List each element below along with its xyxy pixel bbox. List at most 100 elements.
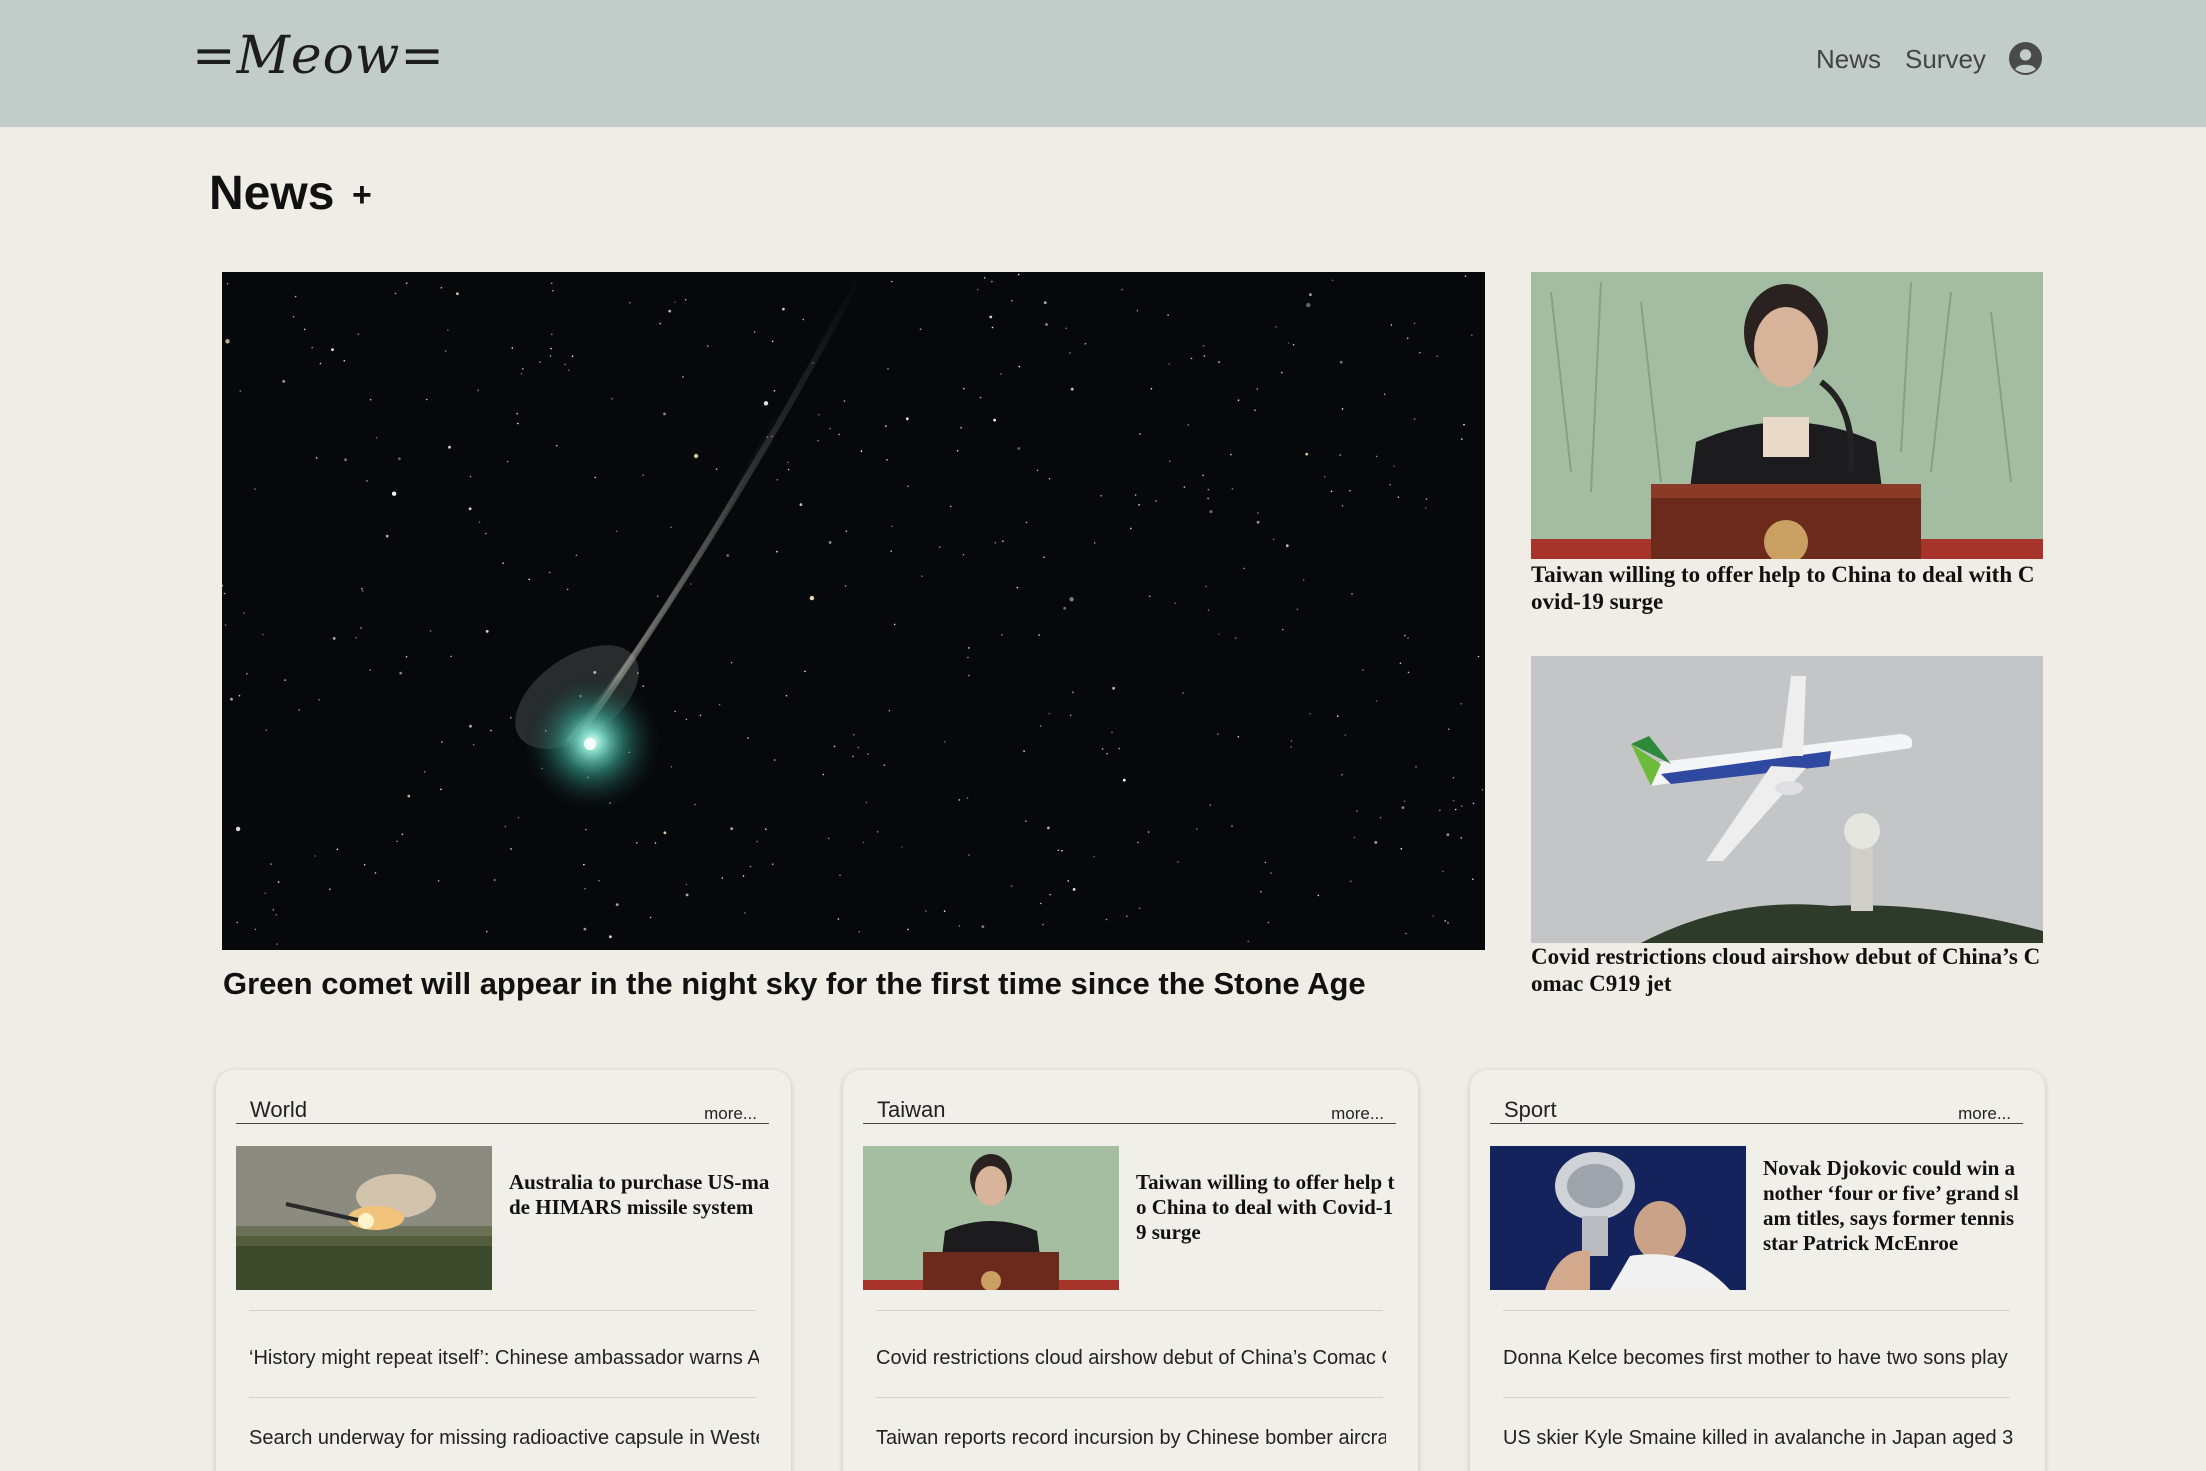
star	[407, 794, 411, 798]
star	[517, 816, 520, 819]
feature-headline[interactable]: Taiwan willing to offer help to China to…	[1136, 1170, 1398, 1245]
side-story-image-1[interactable]	[1531, 272, 2043, 559]
star	[1134, 494, 1137, 496]
feature-headline[interactable]: Novak Djokovic could win another ‘four o…	[1763, 1156, 2025, 1256]
star	[1356, 810, 1358, 812]
star	[857, 746, 860, 749]
feature-thumbnail[interactable]	[236, 1146, 492, 1290]
star	[1463, 423, 1465, 426]
side-story-title-2[interactable]: Covid restrictions cloud airshow debut o…	[1531, 943, 2043, 997]
star	[893, 623, 896, 626]
star	[355, 637, 357, 639]
category-label: Sport	[1504, 1097, 1557, 1122]
star	[776, 479, 779, 481]
star	[659, 322, 661, 325]
star	[1351, 593, 1353, 595]
star	[294, 295, 297, 298]
star	[265, 729, 267, 731]
star	[486, 930, 488, 933]
star	[817, 439, 819, 442]
list-item[interactable]: US skier Kyle Smaine killed in avalanche…	[1503, 1427, 2013, 1450]
star	[1442, 870, 1444, 873]
star	[726, 554, 730, 557]
star	[1425, 498, 1428, 500]
list-item[interactable]: Donna Kelce becomes first mother to have…	[1503, 1347, 2013, 1370]
hero-headline[interactable]: Green comet will appear in the night sky…	[223, 966, 1523, 1002]
star	[224, 624, 227, 626]
star	[1001, 634, 1003, 636]
star	[238, 694, 241, 697]
star	[1126, 915, 1128, 917]
list-item[interactable]: Search underway for missing radioactive …	[249, 1427, 759, 1450]
side-story-image-2[interactable]	[1531, 656, 2043, 943]
star	[1375, 455, 1378, 458]
feature-headline[interactable]: Australia to purchase US-made HIMARS mis…	[509, 1170, 771, 1220]
star	[1339, 360, 1343, 364]
site-logo[interactable]: =Meow=	[192, 26, 445, 86]
star	[818, 413, 820, 416]
star	[1011, 299, 1013, 302]
more-link[interactable]: more...	[1331, 1104, 1384, 1124]
star	[771, 340, 774, 343]
user-circle-icon[interactable]	[2009, 42, 2042, 75]
star	[394, 292, 397, 295]
star	[298, 709, 300, 711]
star	[958, 925, 961, 927]
list-item[interactable]: ‘History might repeat itself’: Chinese a…	[249, 1347, 759, 1370]
list-item[interactable]: Taiwan reports record incursion by Chine…	[876, 1427, 1386, 1450]
star	[852, 755, 854, 758]
star	[656, 595, 659, 597]
star	[235, 826, 241, 832]
star	[262, 633, 264, 636]
star	[1168, 460, 1171, 462]
star	[1393, 465, 1395, 467]
star	[1444, 920, 1446, 922]
divider	[876, 1310, 1383, 1311]
star	[1472, 802, 1475, 805]
star	[828, 541, 832, 544]
nav-survey-link[interactable]: Survey	[1905, 44, 1986, 75]
star	[668, 309, 672, 313]
feature-thumbnail[interactable]	[1490, 1146, 1746, 1290]
star	[822, 773, 825, 776]
star	[456, 292, 459, 296]
star	[1072, 691, 1074, 694]
star	[1139, 433, 1141, 435]
star	[1432, 915, 1435, 917]
star	[715, 468, 718, 470]
list-item[interactable]: Covid restrictions cloud airshow debut o…	[876, 1347, 1386, 1370]
star	[1195, 828, 1198, 830]
star	[236, 921, 238, 924]
star	[1452, 799, 1455, 802]
star	[1400, 847, 1403, 850]
star	[837, 918, 840, 920]
more-link[interactable]: more...	[704, 1104, 757, 1124]
star	[583, 863, 585, 866]
star	[399, 671, 403, 675]
star	[318, 699, 320, 701]
star	[1202, 474, 1204, 477]
add-news-button[interactable]: +	[352, 176, 372, 215]
star	[493, 879, 496, 881]
hero-comet-image[interactable]	[222, 272, 1485, 950]
star	[517, 422, 519, 425]
star	[1460, 703, 1462, 705]
star	[1045, 323, 1048, 326]
star	[756, 840, 758, 843]
more-link[interactable]: more...	[1958, 1104, 2011, 1124]
side-story-title-1[interactable]: Taiwan willing to offer help to China to…	[1531, 561, 2043, 615]
star	[773, 390, 776, 392]
nav-news-link[interactable]: News	[1816, 44, 1881, 75]
star	[1309, 293, 1312, 296]
star	[504, 825, 507, 828]
feature-thumbnail[interactable]	[863, 1146, 1119, 1290]
speaker-photo	[1531, 272, 2043, 559]
star	[429, 630, 432, 632]
star	[994, 541, 997, 544]
star	[1336, 715, 1339, 717]
star	[1136, 310, 1139, 312]
star	[690, 583, 692, 585]
category-card-taiwan: Taiwan more... Taiwan willing to offer h…	[843, 1070, 1418, 1471]
star	[331, 348, 334, 351]
star	[566, 588, 569, 591]
